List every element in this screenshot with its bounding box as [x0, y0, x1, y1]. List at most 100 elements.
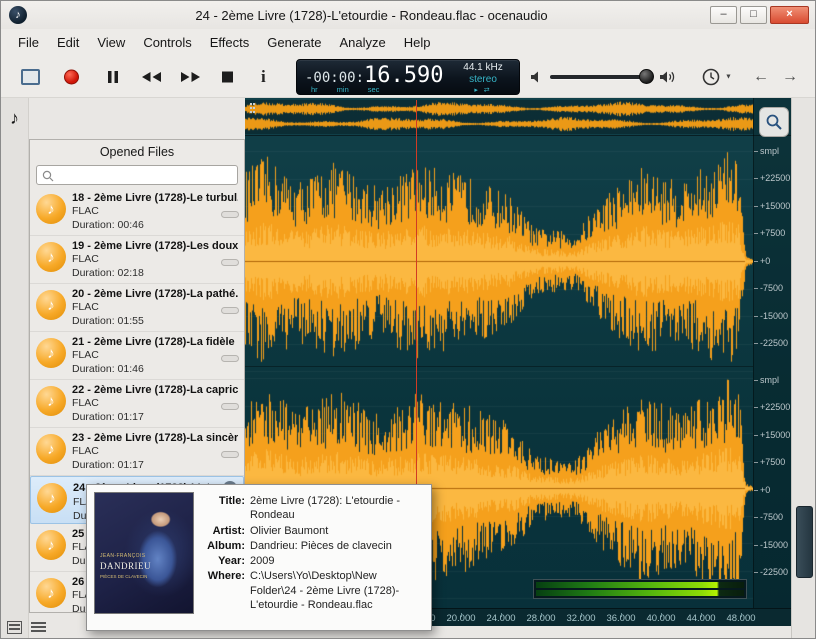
timeline-label: 48.000	[721, 613, 761, 626]
tooltip-field: Title: 2ème Livre (1728): L'etourdie - R…	[203, 494, 424, 523]
tooltip-field-label: Artist:	[203, 524, 245, 538]
sidebar-tab-strip: ♪	[1, 98, 29, 639]
zoom-button[interactable]	[759, 107, 789, 137]
file-title: 18 - 2ème Livre (1728)-Le turbul...	[72, 192, 238, 204]
info-button[interactable]: i	[261, 67, 266, 87]
file-list-item[interactable]: ♪ 18 - 2ème Livre (1728)-Le turbul... FL…	[30, 188, 244, 236]
menu-item[interactable]: Controls	[134, 30, 200, 55]
file-duration: Duration: 01:17	[72, 410, 238, 424]
menu-item[interactable]: File	[9, 30, 48, 55]
close-button[interactable]: ×	[770, 6, 809, 24]
timeline-label: 44.000	[681, 613, 721, 626]
search-icon	[42, 169, 54, 187]
ruler-scale-right: smpl+22500+15000+7500+0-7500-15000-22500	[754, 366, 791, 586]
time-format-button[interactable]	[701, 67, 721, 87]
menu-bar: FileEditViewControlsEffectsGenerateAnaly…	[1, 29, 815, 56]
stop-icon	[221, 70, 234, 83]
app-logo-icon[interactable]: ♪	[9, 6, 27, 24]
menu-item[interactable]: View	[88, 30, 134, 55]
music-note-icon: ♪	[36, 578, 66, 608]
time-display: -00:00:16.590 hrminsec 44.1 kHz stereo ▸…	[296, 59, 520, 95]
waveform-channel-left[interactable]	[245, 139, 753, 383]
volume-low-icon	[530, 70, 546, 84]
menu-item[interactable]: Analyze	[330, 30, 394, 55]
app-window: ♪ 24 - 2ème Livre (1728)-L'etourdie - Ro…	[0, 0, 816, 639]
level-meter-bar-right	[536, 590, 744, 596]
next-arrow-button[interactable]: →	[782, 68, 798, 86]
panel-title: Opened Files	[30, 140, 244, 164]
file-list-item[interactable]: ♪ 23 - 2ème Livre (1728)-La sincèr... × …	[30, 428, 244, 476]
file-list-item[interactable]: ♪ 22 - 2ème Livre (1728)-La capric... FL…	[30, 380, 244, 428]
rewind-button[interactable]	[141, 71, 162, 83]
amplitude-ruler[interactable]: smpl+22500+15000+7500+0-7500-15000-22500…	[753, 98, 791, 608]
time-unit-label: sec	[368, 85, 380, 94]
file-title: 21 - 2ème Livre (1728)-La fidèle ...	[72, 336, 238, 348]
pause-button[interactable]	[107, 70, 119, 84]
file-info-tooltip: JEAN-FRANÇOIS DANDRIEU PIÈCES DE CLAVECI…	[86, 484, 432, 631]
overview-divider	[245, 135, 791, 136]
opened-files-tab-icon[interactable]: ♪	[1, 108, 28, 129]
previous-arrow-button[interactable]: ←	[753, 68, 769, 86]
time-unit-label: hr	[311, 85, 318, 94]
magnifier-icon	[765, 113, 783, 131]
ruler-label: smpl	[754, 366, 791, 394]
file-level-pill	[221, 211, 239, 218]
selection-tool-button[interactable]	[21, 69, 40, 85]
album-art: JEAN-FRANÇOIS DANDRIEU PIÈCES DE CLAVECI…	[94, 492, 194, 614]
menu-item[interactable]: Edit	[48, 30, 88, 55]
file-format: FLAC	[72, 444, 238, 458]
file-format: FLAC	[72, 252, 238, 266]
music-note-icon: ♪	[37, 483, 67, 513]
ruler-label: +15000	[754, 421, 791, 449]
tooltip-field-value: 2ème Livre (1728): L'etourdie - Rondeau	[250, 494, 424, 523]
file-title: 23 - 2ème Livre (1728)-La sincèr...	[72, 432, 238, 444]
toolbar: i -00:00:16.590 hrminsec 44.1 kHz stereo…	[1, 56, 815, 98]
level-meter-bar-left	[536, 582, 744, 588]
waveform-overview[interactable]	[245, 100, 753, 134]
music-note-icon: ♪	[36, 194, 66, 224]
tooltip-field-label: Year:	[203, 554, 245, 568]
file-level-pill	[221, 259, 239, 266]
ruler-label: +15000	[754, 192, 791, 220]
file-level-pill	[221, 355, 239, 362]
ruler-label: +0	[754, 247, 791, 275]
ruler-label: -7500	[754, 504, 791, 532]
timeline-label: 28.000	[521, 613, 561, 626]
panel-splitter-grip[interactable]	[248, 102, 258, 116]
volume-slider-track[interactable]	[550, 75, 648, 79]
tooltip-field-value: 2009	[250, 554, 424, 568]
menu-item[interactable]: Generate	[258, 30, 330, 55]
minimize-button[interactable]: –	[710, 6, 737, 24]
music-note-icon: ♪	[36, 434, 66, 464]
record-button[interactable]	[64, 69, 79, 84]
fast-forward-button[interactable]	[180, 71, 201, 83]
ruler-label: -22500	[754, 559, 791, 587]
list-view-icon[interactable]	[31, 621, 46, 634]
menu-item[interactable]: Effects	[201, 30, 259, 55]
grid-view-icon[interactable]	[7, 621, 22, 634]
time-hms: -00:00:	[305, 70, 364, 86]
tooltip-field-value: Olivier Baumont	[250, 524, 424, 538]
file-level-pill	[221, 451, 239, 458]
ruler-label: smpl	[754, 137, 791, 165]
file-duration: Duration: 01:17	[72, 458, 238, 472]
music-note-icon: ♪	[36, 386, 66, 416]
file-duration: Duration: 01:46	[72, 362, 238, 376]
file-format: FLAC	[72, 396, 238, 410]
search-input[interactable]	[36, 165, 238, 185]
file-format: FLAC	[72, 204, 238, 218]
time-format-dropdown-icon[interactable]: ▼	[725, 73, 732, 80]
pause-icon	[107, 70, 119, 84]
tooltip-field-value: Dandrieu: Pièces de clavecin	[250, 539, 424, 553]
tooltip-field-label: Album:	[203, 539, 245, 553]
clock-icon	[701, 67, 721, 87]
maximize-button[interactable]: □	[740, 6, 767, 24]
vertical-scrollbar-thumb[interactable]	[796, 506, 813, 578]
volume-slider-knob[interactable]	[639, 69, 654, 84]
stop-button[interactable]	[221, 70, 234, 83]
music-note-icon: ♪	[36, 338, 66, 368]
menu-item[interactable]: Help	[395, 30, 440, 55]
file-list-item[interactable]: ♪ 20 - 2ème Livre (1728)-La pathé... FLA…	[30, 284, 244, 332]
file-list-item[interactable]: ♪ 21 - 2ème Livre (1728)-La fidèle ... F…	[30, 332, 244, 380]
file-list-item[interactable]: ♪ 19 - 2ème Livre (1728)-Les doux... FLA…	[30, 236, 244, 284]
